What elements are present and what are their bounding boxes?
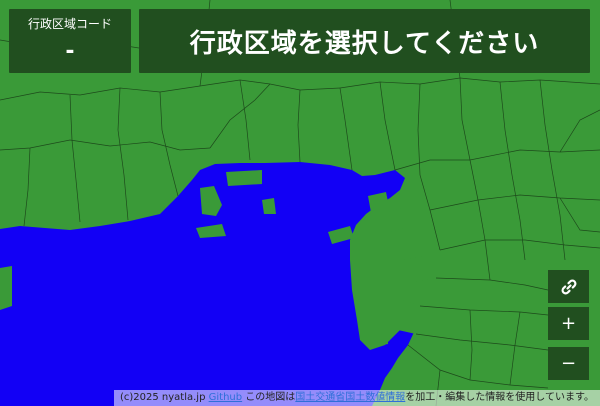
- island: [0, 266, 12, 310]
- github-link[interactable]: Github: [209, 392, 242, 403]
- area-code-label: 行政区域コード: [27, 17, 112, 31]
- data-source-link[interactable]: 国土交通省国土数値情報: [295, 392, 405, 403]
- island: [226, 170, 262, 186]
- attribution-bar: (c)2025 nyatla.jp Github この地図は国土交通省国土数値情…: [113, 390, 600, 406]
- attribution-suffix: を加工・編集した情報を使用しています。: [405, 392, 594, 403]
- share-link-button[interactable]: [548, 270, 589, 303]
- island: [262, 198, 276, 214]
- area-code-value: -: [65, 39, 75, 64]
- island: [388, 208, 404, 232]
- title-panel: 行政区域を選択してください: [139, 9, 590, 73]
- link-icon: [561, 279, 576, 294]
- copyright-text: (c)2025 nyatla.jp: [119, 392, 206, 403]
- page-title: 行政区域を選択してください: [189, 28, 540, 59]
- attribution-prefix: この地図は: [242, 392, 296, 403]
- island: [372, 318, 388, 346]
- area-code-panel: 行政区域コード -: [9, 9, 131, 73]
- zoom-out-button[interactable]: −: [548, 347, 589, 380]
- island: [410, 260, 436, 282]
- zoom-in-button[interactable]: +: [548, 307, 589, 340]
